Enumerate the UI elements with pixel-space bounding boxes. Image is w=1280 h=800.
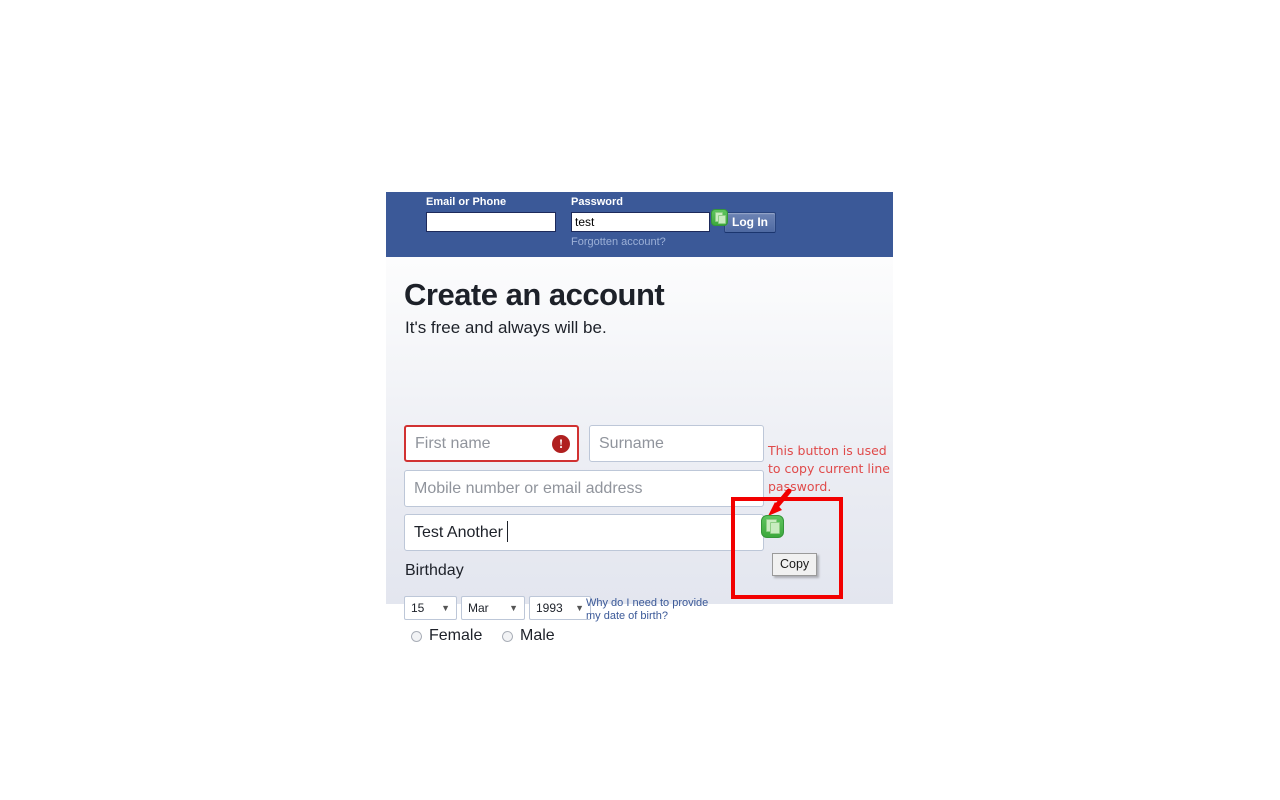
page-subtitle: It's free and always will be. [405, 318, 607, 337]
page-title: Create an account [404, 277, 665, 312]
surname-input[interactable] [589, 425, 764, 462]
mobile-or-email-input[interactable] [404, 470, 764, 507]
email-input[interactable] [426, 212, 556, 232]
birthday-month-value: Mar [468, 601, 489, 615]
birthday-day-value: 15 [411, 601, 425, 615]
signup-area: Create an account It's free and always w… [386, 257, 893, 644]
gender-male-label: Male [520, 627, 555, 644]
login-bar: Email or Phone Password Forgotten accoun… [386, 192, 893, 257]
birthday-day-select[interactable]: 15 ▼ [404, 596, 457, 620]
chevron-down-icon: ▼ [575, 602, 584, 613]
copy-tooltip: Copy [772, 553, 818, 576]
password-field-group: Password Forgotten account? [571, 196, 710, 248]
chevron-down-icon: ▼ [441, 602, 450, 613]
copy-icon-sheet-front [718, 215, 726, 224]
chevron-down-icon: ▼ [509, 602, 518, 613]
copy-icon[interactable] [761, 515, 784, 538]
birthday-year-select[interactable]: 1993 ▼ [529, 596, 591, 620]
copy-icon-sheet-front [770, 522, 780, 534]
error-icon: ! [552, 435, 570, 453]
gender-radio-female[interactable]: Female [411, 627, 482, 645]
fb-page-wrapper: Email or Phone Password Forgotten accoun… [386, 192, 893, 644]
log-in-button[interactable]: Log In [724, 212, 776, 233]
email-label: Email or Phone [426, 196, 507, 208]
forgotten-account-link[interactable]: Forgotten account? [571, 236, 710, 248]
password-input[interactable] [571, 212, 710, 232]
date-of-birth-help-link[interactable]: Why do I need to provide my date of birt… [586, 597, 718, 623]
text-caret [507, 521, 508, 542]
gender-radio-male[interactable]: Male [502, 627, 555, 645]
radio-icon[interactable] [411, 630, 422, 642]
password-label: Password [571, 196, 623, 208]
gender-female-label: Female [429, 627, 483, 644]
reenter-input[interactable] [404, 514, 764, 551]
birthday-month-select[interactable]: Mar ▼ [461, 596, 525, 620]
birthday-label: Birthday [405, 562, 464, 579]
copy-icon[interactable] [711, 209, 728, 226]
birthday-year-value: 1993 [536, 601, 563, 615]
email-field-group: Email or Phone [426, 196, 556, 232]
radio-icon[interactable] [502, 630, 513, 642]
annotation-text: This button is used to copy current line… [768, 443, 890, 494]
